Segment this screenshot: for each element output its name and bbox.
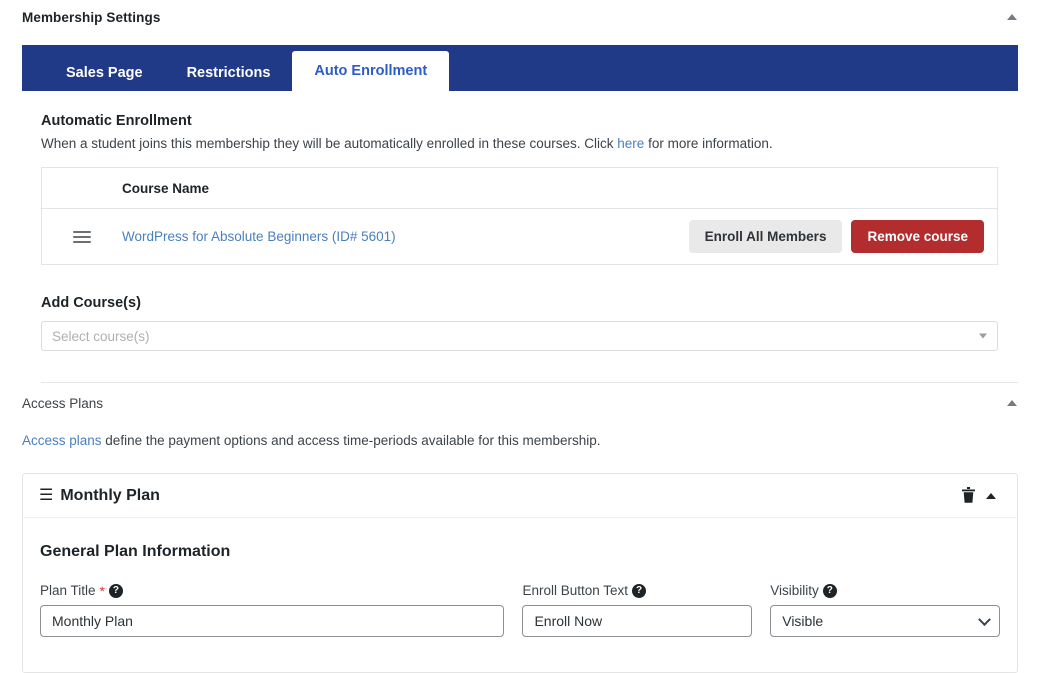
access-plans-header: Access Plans <box>0 383 1037 423</box>
auto-enrollment-panel: Automatic Enrollment When a student join… <box>0 113 1037 384</box>
add-courses-select[interactable]: Select course(s) <box>41 321 998 352</box>
drag-handle-icon[interactable]: ☰ <box>39 487 53 504</box>
add-courses-label: Add Course(s) <box>41 295 141 312</box>
access-plan-card-header: ☰ Monthly Plan <box>23 474 1017 519</box>
access-plans-collapse-toggle[interactable] <box>1001 392 1023 414</box>
access-plans-description: Access plans define the payment options … <box>0 433 1037 448</box>
plan-title-label-text: Plan Title <box>40 583 96 599</box>
drag-handle-icon[interactable] <box>73 230 91 243</box>
access-plan-name: Monthly Plan <box>60 486 160 504</box>
visibility-select-wrapper: Visible <box>770 605 1000 638</box>
enroll-all-members-button[interactable]: Enroll All Members <box>688 220 843 254</box>
remove-course-button[interactable]: Remove course <box>851 220 984 254</box>
question-mark-icon[interactable]: ? <box>108 583 123 598</box>
membership-settings-header: Membership Settings <box>0 0 1037 34</box>
description-text-before: When a student joins this membership the… <box>41 136 618 151</box>
page-title: Membership Settings <box>22 9 161 25</box>
tab-restrictions[interactable]: Restrictions <box>165 55 293 91</box>
more-information-link[interactable]: here <box>617 136 644 151</box>
collapse-plan-button[interactable] <box>981 492 1001 499</box>
question-mark-icon[interactable]: ? <box>822 583 837 598</box>
automatic-enrollment-description: When a student joins this membership the… <box>41 135 1018 153</box>
automatic-enrollment-heading: Automatic Enrollment <box>41 113 192 129</box>
settings-tabs: Sales Page Restrictions Auto Enrollment <box>22 45 1018 91</box>
chevron-down-icon <box>979 333 987 339</box>
delete-plan-button[interactable] <box>956 487 981 504</box>
access-plans-title: Access Plans <box>22 395 104 411</box>
column-header-course-name: Course Name <box>122 180 210 196</box>
plan-title-input[interactable] <box>40 605 505 638</box>
access-plan-card: ☰ Monthly Plan General Plan Information … <box>22 473 1018 673</box>
tab-auto-enrollment[interactable]: Auto Enrollment <box>292 51 450 91</box>
access-plans-description-text: define the payment options and access ti… <box>101 433 601 449</box>
enroll-button-text-label-text: Enroll Button Text <box>522 583 629 599</box>
trash-icon <box>962 487 975 504</box>
row-drag-handle-cell[interactable] <box>42 230 122 243</box>
general-plan-information-heading: General Plan Information <box>40 543 231 561</box>
access-plans-link[interactable]: Access plans <box>22 433 102 448</box>
access-plan-body: General Plan Information Plan Title * ? … <box>23 518 1017 638</box>
add-courses-placeholder: Select course(s) <box>52 328 150 344</box>
plan-title-field-group: Plan Title * ? <box>40 583 505 638</box>
enroll-button-text-input[interactable] <box>522 605 753 638</box>
tab-sales-page[interactable]: Sales Page <box>44 55 165 91</box>
triangle-up-icon <box>986 492 996 499</box>
visibility-label: Visibility ? <box>770 583 1000 598</box>
enroll-button-text-label: Enroll Button Text ? <box>522 583 752 598</box>
table-row: WordPress for Absolute Beginners (ID# 56… <box>42 209 997 264</box>
triangle-up-icon <box>1007 400 1017 407</box>
visibility-label-text: Visibility <box>770 583 819 599</box>
membership-settings-collapse-toggle[interactable] <box>1001 6 1023 28</box>
plan-title-label: Plan Title * ? <box>40 583 504 598</box>
question-mark-icon[interactable]: ? <box>632 583 647 598</box>
auto-enrollment-courses-table: Course Name WordPress for Absolute Begin… <box>41 167 998 266</box>
enroll-button-text-field-group: Enroll Button Text ? <box>522 583 753 638</box>
course-name-link[interactable]: WordPress for Absolute Beginners (ID# 56… <box>122 229 689 244</box>
required-marker: * <box>99 582 105 599</box>
visibility-field-group: Visibility ? Visible <box>770 583 1000 638</box>
triangle-up-icon <box>1007 14 1017 20</box>
description-text-after: for more information. <box>644 136 773 151</box>
general-plan-fields-row: Plan Title * ? Enroll Button Text ? Visi… <box>40 583 1000 638</box>
table-header-row: Course Name <box>42 168 997 210</box>
visibility-select[interactable]: Visible <box>770 605 1000 638</box>
